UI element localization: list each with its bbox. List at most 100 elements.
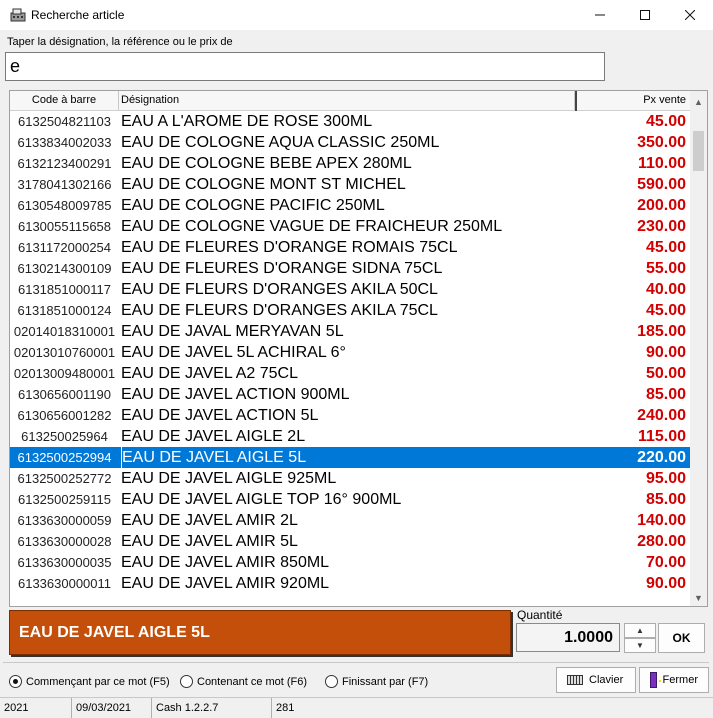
cell-barcode: 6130548009785 [17,198,112,213]
radio-icon [9,675,22,688]
status-bar: 2021 09/03/2021 Cash 1.2.2.7 281 [0,697,713,718]
cell-barcode: 6130656001190 [17,387,112,402]
cell-designation: EAU DE JAVEL 5L ACHIRAL 6° [121,344,346,361]
cell-designation: EAU DE JAVAL MERYAVAN 5L [121,323,344,340]
column-header-code[interactable]: Code à barre [10,91,119,110]
cell-price: 350.00 [637,134,686,151]
table-row[interactable]: 3178041302166 EAU DE COLOGNE MONT ST MICH… [10,174,692,195]
cell-designation: EAU DE COLOGNE VAGUE DE FRAICHEUR 250ML [121,218,503,235]
cell-barcode: 6132504821103 [17,114,112,129]
cell-price: 85.00 [645,386,686,403]
table-row[interactable]: 02013010760001 EAU DE JAVEL 5L ACHIRAL 6°… [10,342,692,363]
cell-price: 50.00 [645,365,686,382]
table-row[interactable]: 6132504821103 EAU A L'AROME DE ROSE 300ML… [10,111,692,132]
quantity-increment-button[interactable]: ▲ [624,623,656,638]
quantity-input[interactable] [516,623,620,652]
cell-designation: EAU DE JAVEL AIGLE 5L [121,447,571,468]
ok-button[interactable]: OK [658,623,705,653]
table-row[interactable]: 02013009480001 EAU DE JAVEL A2 75CL 50.00 [10,363,692,384]
table-row[interactable]: 6133630000028 EAU DE JAVEL AMIR 5L 280.00 [10,531,692,552]
window-title: Recherche article [31,8,125,22]
radio-contains[interactable]: Contenant ce mot (F6) [180,675,307,688]
vertical-scrollbar[interactable]: ▲ ▼ [690,91,707,606]
maximize-button[interactable] [622,0,668,30]
search-label: Taper la désignation, la référence ou le… [7,36,233,48]
scroll-up-icon[interactable]: ▲ [690,93,707,110]
table-row[interactable]: 613250025964 EAU DE JAVEL AIGLE 2L 115.00 [10,426,692,447]
cell-price: 95.00 [645,470,686,487]
cell-designation: EAU DE JAVEL AMIR 920ML [121,575,330,592]
close-dialog-button[interactable]: Fermer [639,667,709,693]
radio-label: Contenant ce mot (F6) [197,675,308,688]
search-input[interactable] [5,52,605,81]
column-resize-handle[interactable] [575,91,577,111]
cell-price: 85.00 [645,491,686,508]
grid-rows: 6132504821103 EAU A L'AROME DE ROSE 300ML… [10,111,692,594]
table-row[interactable]: 6132123400291 EAU DE COLOGNE BEBE APEX 28… [10,153,692,174]
maximize-icon [640,10,650,20]
grid-header: Code à barre Désignation Px vente [10,91,692,111]
cell-designation: EAU DE COLOGNE AQUA CLASSIC 250ML [121,134,440,151]
cell-designation: EAU DE JAVEL AIGLE 925ML [121,470,337,487]
cell-price: 115.00 [637,428,686,445]
table-row[interactable]: 6132500259115 EAU DE JAVEL AIGLE TOP 16° … [10,489,692,510]
cell-price: 185.00 [637,323,686,340]
table-row[interactable]: 6132500252994 EAU DE JAVEL AIGLE 5L 220.00 [10,447,692,468]
cell-barcode: 02013009480001 [13,366,116,381]
cell-designation: EAU A L'AROME DE ROSE 300ML [121,113,373,130]
table-row[interactable]: 6130656001190 EAU DE JAVEL ACTION 900ML 85… [10,384,692,405]
chevron-down-icon: ▼ [636,641,644,650]
article-grid[interactable]: Code à barre Désignation Px vente 613250… [9,90,708,607]
close-button[interactable] [667,0,713,30]
cell-designation: EAU DE JAVEL ACTION 5L [121,407,319,424]
column-header-price[interactable]: Px vente [575,91,692,110]
minimize-icon [595,14,605,16]
cell-designation: EAU DE JAVEL AMIR 2L [121,512,298,529]
keyboard-button[interactable]: Clavier [556,667,636,693]
table-row[interactable]: 6130055115658 EAU DE COLOGNE VAGUE DE FRA… [10,216,692,237]
table-row[interactable]: 6131172000254 EAU DE FLEURES D'ORANGE ROM… [10,237,692,258]
cell-price: 45.00 [645,113,686,130]
register-icon [10,8,26,22]
table-row[interactable]: 6130548009785 EAU DE COLOGNE PACIFIC 250M… [10,195,692,216]
cell-price: 220.00 [637,449,686,466]
cell-price: 590.00 [637,176,686,193]
cell-designation: EAU DE COLOGNE BEBE APEX 280ML [121,155,412,172]
quantity-decrement-button[interactable]: ▼ [624,638,656,653]
table-row[interactable]: 6133834002033 EAU DE COLOGNE AQUA CLASSIC… [10,132,692,153]
table-row[interactable]: 6130214300109 EAU DE FLEURES D'ORANGE SID… [10,258,692,279]
status-count: 281 [276,702,295,714]
cell-barcode: 6133834002033 [17,135,112,150]
cell-barcode: 02014018310001 [13,324,116,339]
radio-label: Commençant par ce mot (F5) [26,675,170,688]
radio-starts-with[interactable]: Commençant par ce mot (F5) [9,675,170,688]
table-row[interactable]: 6133630000011 EAU DE JAVEL AMIR 920ML 90.0… [10,573,692,594]
radio-label: Finissant par (F7) [342,675,429,688]
cell-barcode: 6132500252772 [17,471,112,486]
table-row[interactable]: 6133630000059 EAU DE JAVEL AMIR 2L 140.00 [10,510,692,531]
table-row[interactable]: 6132500252772 EAU DE JAVEL AIGLE 925ML 95.… [10,468,692,489]
table-row[interactable]: 6133630000035 EAU DE JAVEL AMIR 850ML 70.0… [10,552,692,573]
cell-price: 55.00 [645,260,686,277]
cell-designation: EAU DE COLOGNE MONT ST MICHEL [121,176,406,193]
cell-barcode: 6132500259115 [17,492,112,507]
cell-price: 200.00 [637,197,686,214]
table-row[interactable]: 02014018310001 EAU DE JAVAL MERYAVAN 5L 18… [10,321,692,342]
minimize-button[interactable] [577,0,623,30]
quantity-label: Quantité [517,608,563,622]
cell-barcode: 6131851000117 [17,282,112,297]
cell-price: 110.00 [637,155,686,172]
scroll-down-icon[interactable]: ▼ [690,589,707,606]
cell-barcode: 6130055115658 [17,219,112,234]
radio-ends-with[interactable]: Finissant par (F7) [325,675,428,688]
door-exit-icon [650,672,661,688]
table-row[interactable]: 6131851000124 EAU DE FLEURS D'ORANGES AKI… [10,300,692,321]
cell-barcode: 6131172000254 [17,240,112,255]
cell-price: 230.00 [637,218,686,235]
cell-price: 45.00 [645,302,686,319]
table-row[interactable]: 6130656001282 EAU DE JAVEL ACTION 5L 240.0… [10,405,692,426]
column-header-designation[interactable]: Désignation [119,91,575,110]
cell-barcode: 6133630000028 [17,534,112,549]
table-row[interactable]: 6131851000117 EAU DE FLEURS D'ORANGES AKI… [10,279,692,300]
scroll-thumb[interactable] [693,131,704,171]
